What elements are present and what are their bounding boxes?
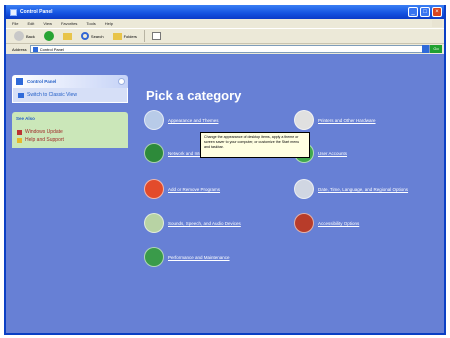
category-label: Accessibility Options	[318, 220, 360, 226]
up-folder-button[interactable]	[61, 30, 74, 42]
switch-view-icon	[18, 92, 24, 98]
category-label: Sounds, Speech, and Audio Devices	[168, 220, 241, 226]
views-icon	[151, 32, 161, 40]
folders-icon	[112, 32, 122, 40]
folders-button[interactable]: Folders	[111, 30, 139, 42]
address-dropdown-icon[interactable]	[422, 45, 429, 53]
title-bar[interactable]: Control Panel _ □ ×	[6, 5, 444, 19]
maximize-button[interactable]: □	[420, 7, 430, 17]
category-date-time-language[interactable]: Date, Time, Language, and Regional Optio…	[294, 177, 429, 201]
category-label: Add or Remove Programs	[168, 186, 221, 192]
address-bar: Address Control Panel Go	[6, 44, 444, 54]
menu-help[interactable]: Help	[105, 21, 113, 26]
forward-button[interactable]	[42, 30, 56, 42]
switch-to-classic-view-label: Switch to Classic View	[27, 92, 77, 98]
category-user-accounts[interactable]: User Accounts	[294, 141, 429, 165]
category-label: User Accounts	[318, 150, 348, 156]
menu-file[interactable]: File	[12, 21, 18, 26]
toolbar-separator	[143, 30, 145, 42]
minimize-button[interactable]: _	[408, 7, 418, 17]
category-tooltip: Change the appearance of desktop items, …	[200, 132, 310, 158]
printer-icon	[294, 110, 314, 130]
see-also-panel-body: Windows Update Help and Support	[12, 124, 128, 148]
speaker-icon	[144, 213, 164, 233]
programs-icon	[144, 179, 164, 199]
forward-arrow-icon	[43, 31, 54, 41]
windows-logo-icon	[432, 20, 442, 27]
views-button[interactable]	[150, 30, 163, 42]
close-button[interactable]: ×	[432, 7, 442, 17]
menu-bar: File Edit View Favorites Tools Help	[6, 19, 444, 28]
collapse-chevron-icon[interactable]	[118, 78, 125, 85]
control-panel-icon	[10, 8, 17, 16]
windows-update-link[interactable]: Windows Update	[17, 128, 123, 136]
help-and-support-label: Help and Support	[25, 137, 64, 143]
up-folder-icon	[62, 32, 72, 40]
content-area: Control Panel Switch to Classic View See…	[6, 55, 444, 333]
switch-to-classic-view-link[interactable]: Switch to Classic View	[18, 91, 122, 99]
see-also-panel-header[interactable]: See Also	[12, 112, 128, 124]
category-accessibility-options[interactable]: Accessibility Options	[294, 211, 429, 235]
address-field[interactable]: Control Panel	[29, 45, 430, 53]
category-label: Appearance and Themes	[168, 117, 219, 123]
go-button[interactable]: Go	[430, 45, 442, 53]
category-label: Printers and Other Hardware	[318, 117, 376, 123]
category-appearance-and-themes[interactable]: Appearance and Themes	[144, 108, 279, 132]
appearance-icon	[144, 110, 164, 130]
search-label: Search	[90, 33, 104, 39]
control-panel-window: Control Panel _ □ × File Edit View Favor…	[4, 5, 446, 335]
category-printers-hardware[interactable]: Printers and Other Hardware	[294, 108, 429, 132]
search-icon	[80, 32, 89, 40]
search-button[interactable]: Search	[79, 30, 106, 42]
folders-label: Folders	[123, 33, 137, 39]
accessibility-icon	[294, 213, 314, 233]
control-panel-panel-title: Control Panel	[27, 79, 57, 84]
window-title: Control Panel	[20, 9, 53, 15]
performance-icon	[144, 247, 164, 267]
date-time-globe-icon	[294, 179, 314, 199]
control-panel-panel-body: Switch to Classic View	[12, 88, 128, 103]
help-icon	[17, 137, 22, 143]
address-value: Control Panel	[39, 46, 64, 52]
control-panel-icon	[32, 46, 38, 52]
back-label: Back	[26, 33, 35, 39]
page-title: Pick a category	[146, 88, 242, 103]
category-label: Performance and Maintenance	[168, 254, 230, 260]
category-performance-maintenance[interactable]: Performance and Maintenance	[144, 245, 279, 269]
category-view: Pick a category Appearance and Themes Ne…	[138, 55, 438, 330]
category-label: Date, Time, Language, and Regional Optio…	[318, 186, 409, 192]
address-label: Address	[12, 46, 27, 52]
windows-update-label: Windows Update	[25, 129, 63, 135]
control-panel-icon	[15, 77, 24, 86]
menu-edit[interactable]: Edit	[27, 21, 34, 26]
menu-tools[interactable]: Tools	[86, 21, 95, 26]
back-arrow-icon	[14, 31, 24, 41]
windows-update-icon	[17, 129, 22, 135]
category-add-remove-programs[interactable]: Add or Remove Programs	[144, 177, 279, 201]
menu-view[interactable]: View	[43, 21, 52, 26]
menu-favorites[interactable]: Favorites	[61, 21, 77, 26]
task-pane: Control Panel Switch to Classic View See…	[12, 75, 128, 215]
toolbar: Back Search Folders	[6, 28, 444, 44]
back-button[interactable]: Back	[12, 30, 37, 42]
control-panel-panel-header[interactable]: Control Panel	[12, 75, 128, 88]
help-and-support-link[interactable]: Help and Support	[17, 136, 123, 144]
network-globe-icon	[144, 143, 164, 163]
see-also-title: See Also	[16, 115, 35, 121]
category-sounds-speech-audio[interactable]: Sounds, Speech, and Audio Devices	[144, 211, 279, 235]
